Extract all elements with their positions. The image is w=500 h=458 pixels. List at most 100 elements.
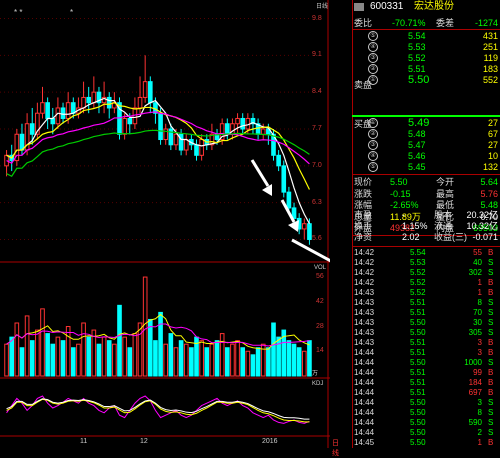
fund-value: -0.071 <box>472 232 498 242</box>
volume-bars-group <box>4 276 312 377</box>
tick-direction: B <box>488 288 494 297</box>
volume-bar <box>112 343 117 377</box>
candle <box>147 81 153 104</box>
tick-row[interactable]: 14:43 5.51 3 B <box>352 338 500 348</box>
volume-bar <box>4 343 9 377</box>
tick-time: 14:43 <box>354 328 375 337</box>
volume-bar <box>101 336 107 377</box>
volume-bar <box>173 347 179 377</box>
volume-bar <box>127 347 133 377</box>
candle <box>29 123 35 135</box>
volume-bar <box>153 340 158 377</box>
volume-bar <box>132 333 138 377</box>
candle <box>281 165 287 193</box>
stock-header: 600331 宏达股份 <box>352 1 500 15</box>
tick-row[interactable]: 14:44 5.51 3 B <box>352 348 500 358</box>
tick-row[interactable]: 14:45 5.50 1 B <box>352 438 500 448</box>
tick-price: 5.50 <box>410 318 426 327</box>
ma5-line <box>6 97 310 224</box>
quote-label: 今开 <box>436 177 455 187</box>
top-mark-2: * <box>70 8 74 17</box>
tick-row[interactable]: 14:42 5.54 55 B <box>352 248 500 258</box>
tick-row[interactable]: 14:44 5.51 99 B <box>352 368 500 378</box>
quote-value: -0.15 <box>390 188 411 199</box>
tick-row[interactable]: 14:43 5.50 305 S <box>352 328 500 338</box>
volume-bar <box>189 347 194 377</box>
tick-row[interactable]: 14:44 5.51 184 B <box>352 378 500 388</box>
tick-price: 5.50 <box>410 428 426 437</box>
tick-row[interactable]: 14:43 5.51 70 S <box>352 308 500 318</box>
candle <box>158 112 163 141</box>
tick-price: 5.51 <box>410 338 426 347</box>
fund-row: 净资 2.02 收益(三) -0.071 <box>352 231 500 243</box>
tick-row[interactable]: 14:43 5.50 30 S <box>352 318 500 328</box>
tick-direction: B <box>488 248 494 257</box>
tick-time: 14:43 <box>354 288 375 297</box>
tick-time: 14:44 <box>354 348 375 357</box>
tick-time: 14:44 <box>354 408 375 417</box>
volume-bar <box>158 311 163 377</box>
volume-tick: 42 <box>316 297 324 305</box>
volume-bar <box>255 347 261 377</box>
kdj-lines-group <box>6 395 310 424</box>
quote-row: 现价 5.50 今开 5.64 <box>352 176 500 188</box>
tick-direction: S <box>488 268 494 277</box>
quote-row: 涨跌 -0.15 最高 5.76 <box>352 188 500 200</box>
tick-volume: 30 <box>473 318 482 327</box>
vol-unit: 万 <box>312 371 319 377</box>
bid-price: 5.45 <box>408 162 426 172</box>
tick-volume: 302 <box>468 268 482 277</box>
tick-row[interactable]: 14:44 5.50 8 S <box>352 408 500 418</box>
volume-bar <box>29 340 35 377</box>
tick-row[interactable]: 14:44 5.50 3 S <box>352 398 500 408</box>
tick-volume: 3 <box>477 398 482 407</box>
kline-chart-panel[interactable]: * * * 日线 9.8 9.1 8.4 7.7 7.0 6.3 5.6 VOL 56 42 2… <box>0 0 339 457</box>
tick-row[interactable]: 14:44 5.51 697 B <box>352 388 500 398</box>
tick-time: 14:42 <box>354 278 375 287</box>
volume-bar <box>60 340 66 377</box>
volume-bar <box>122 336 127 377</box>
tick-time: 14:42 <box>354 268 375 277</box>
tick-row[interactable]: 14:44 5.50 1000 S <box>352 358 500 368</box>
volume-bar <box>245 350 251 377</box>
quote-label: 最高 <box>436 188 455 199</box>
price-tick: 6.3 <box>312 198 322 206</box>
tick-row[interactable]: 14:44 5.50 2 S <box>352 428 500 438</box>
price-tick: 7.7 <box>312 125 322 132</box>
tick-row[interactable]: 14:42 5.52 1 B <box>352 278 500 288</box>
volume-bar <box>55 336 61 377</box>
volume-bar <box>199 340 204 377</box>
tick-direction: S <box>488 418 494 427</box>
tick-volume: 697 <box>468 388 482 397</box>
tick-row[interactable]: 14:44 5.50 590 S <box>352 418 500 428</box>
tick-time: 14:44 <box>354 358 375 367</box>
tick-row[interactable]: 14:42 5.52 302 S <box>352 268 500 278</box>
tick-row[interactable]: 14:43 5.51 8 S <box>352 298 500 308</box>
tick-row[interactable]: 14:43 5.52 1 B <box>352 288 500 298</box>
tick-volume: 1 <box>477 288 482 297</box>
tick-direction: S <box>488 308 494 317</box>
candle <box>55 107 61 125</box>
tick-row[interactable]: 14:42 5.53 40 S <box>352 258 500 268</box>
price-tick: 7.0 <box>312 161 322 169</box>
weicha-value: -1274 <box>474 18 498 28</box>
quote-value: 5.64 <box>480 177 498 187</box>
candle <box>91 91 97 104</box>
tick-volume: 8 <box>477 298 482 307</box>
price-tick: 5.6 <box>312 235 322 243</box>
volume-bar <box>70 347 76 377</box>
bid-level-icon: ④ <box>368 151 378 161</box>
book-divider <box>352 174 500 175</box>
volume-bar <box>230 343 235 377</box>
volume-bar <box>117 304 122 377</box>
candle <box>86 96 92 104</box>
date-label-12: 12 <box>140 438 148 445</box>
chart-top-right-label: 日线 <box>316 4 329 10</box>
bottom-unit-label: 日线 <box>332 440 339 457</box>
tick-volume: 590 <box>468 418 482 427</box>
tick-direction: B <box>488 348 494 357</box>
ask-level-icon: ② <box>368 64 378 74</box>
tick-direction: S <box>488 328 494 337</box>
kline-chart-svg[interactable] <box>0 0 330 448</box>
volume-bar <box>178 340 184 377</box>
